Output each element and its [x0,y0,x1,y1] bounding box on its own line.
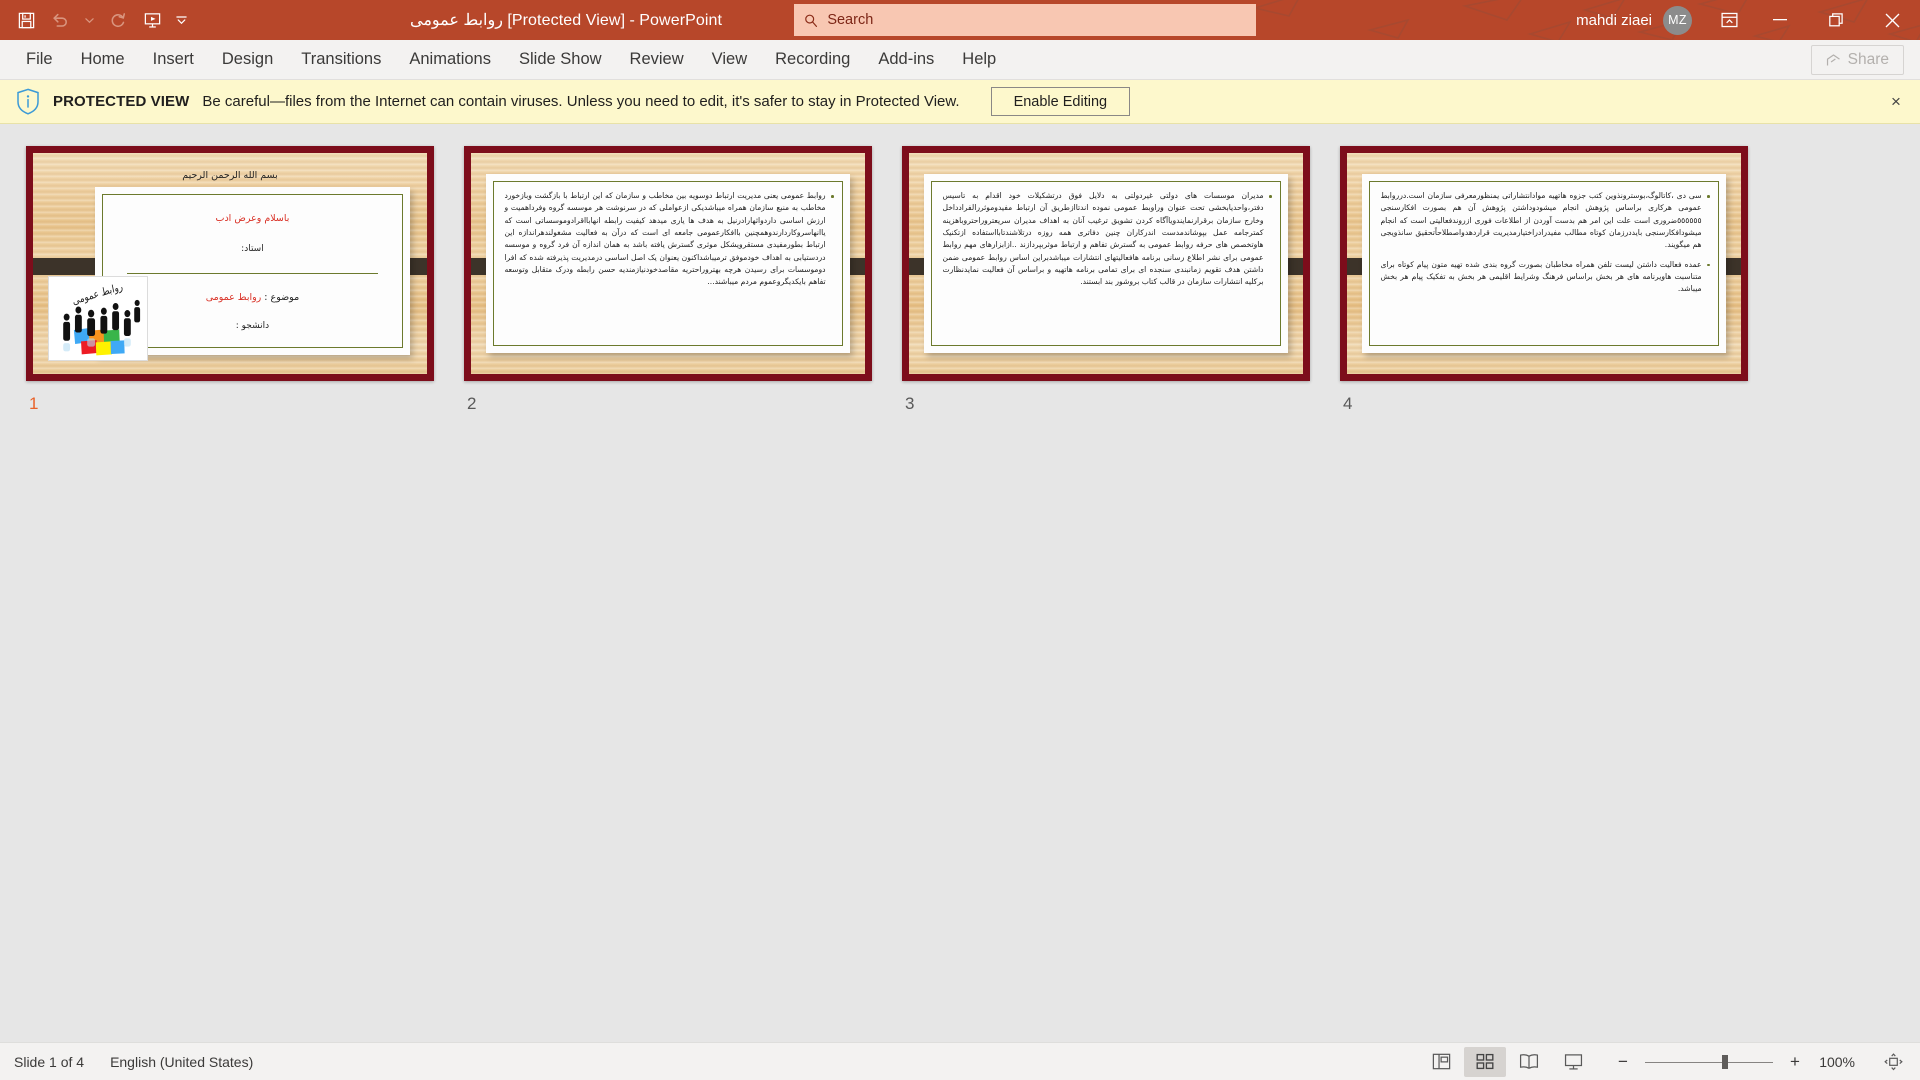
status-bar: Slide 1 of 4 English (United States) − +… [0,1042,1920,1080]
close-icon [1885,13,1899,27]
tab-view[interactable]: View [698,44,761,75]
slide-thumbnail-4[interactable]: سی دی ،کاتالوگ،بوسترونذوین کتب جزوه هاته… [1340,146,1748,414]
slide-4-frame [1340,146,1748,381]
slide-canvas-4[interactable]: سی دی ،کاتالوگ،بوسترونذوین کتب جزوه هاته… [1340,146,1748,381]
tab-animations[interactable]: Animations [395,44,505,75]
slide-sorter-icon [1476,1053,1494,1070]
slide-canvas-1[interactable]: بسم الله الرحمن الرحیم باسلام وعرض ادب ا… [26,146,434,381]
slide-sorter-workspace[interactable]: بسم الله الرحمن الرحیم باسلام وعرض ادب ا… [0,124,1920,1042]
ribbon-tab-bar: File Home Insert Design Transitions Anim… [0,40,1920,80]
search-icon [805,14,818,27]
protected-view-message: Be careful—files from the Internet can c… [202,93,960,110]
slide-2-frame [464,146,872,381]
slide-thumbnail-3[interactable]: مدیران موسسات های دولتی غیردولتی به دلای… [902,146,1310,414]
normal-view-button[interactable] [1420,1047,1462,1077]
slide-canvas-2[interactable]: روابط عمومی یعنی مدیریت ارتباط دوسویه بی… [464,146,872,381]
zoom-in-button[interactable]: + [1784,1050,1806,1074]
close-button[interactable] [1864,0,1920,40]
tab-slide-show[interactable]: Slide Show [505,44,616,75]
tab-file[interactable]: File [12,44,67,75]
status-bar-right: − + 100% [1420,1046,1910,1077]
slide-show-view-button[interactable] [1552,1047,1594,1077]
tab-insert[interactable]: Insert [139,44,208,75]
restore-button[interactable] [1808,0,1864,40]
zoom-slider[interactable] [1645,1054,1773,1069]
tab-transitions[interactable]: Transitions [287,44,395,75]
start-slideshow-button[interactable] [136,5,168,35]
title-bar: روابط عمومی [Protected View] - PowerPoin… [0,0,1920,40]
save-button[interactable] [10,5,42,35]
normal-view-icon [1432,1053,1450,1070]
tab-add-ins[interactable]: Add-ins [864,44,948,75]
title-bar-right-controls: mahdi ziaei MZ [1566,0,1920,40]
protected-view-bar: PROTECTED VIEW Be careful—files from the… [0,80,1920,124]
zoom-control: − + 100% [1612,1048,1910,1076]
tab-review[interactable]: Review [616,44,698,75]
document-name: روابط عمومی [410,12,503,29]
share-button[interactable]: Share [1810,45,1904,75]
slide-show-icon [1564,1053,1582,1070]
slide-number-1: 1 [29,394,39,413]
account-button[interactable]: mahdi ziaei MZ [1566,4,1706,36]
customize-qat-button[interactable] [170,5,192,35]
slide-sorter-view-button[interactable] [1464,1046,1506,1077]
slide-1-frame [26,146,434,381]
reading-view-icon [1519,1054,1539,1069]
zoom-level-label[interactable]: 100% [1817,1054,1855,1070]
redo-button[interactable] [102,5,134,35]
slide-number-2: 2 [467,394,477,413]
app-name: PowerPoint [639,12,723,29]
tab-home[interactable]: Home [67,44,139,75]
avatar: MZ [1663,5,1692,35]
window-title: روابط عمومی [Protected View] - PowerPoin… [410,10,722,30]
slide-thumbnail-2[interactable]: روابط عمومی یعنی مدیریت ارتباط دوسویه بی… [464,146,872,414]
tab-recording[interactable]: Recording [761,44,864,75]
tab-help[interactable]: Help [948,44,1010,75]
restore-icon [1829,13,1843,27]
account-name: mahdi ziaei [1576,11,1652,29]
quick-access-toolbar [0,5,192,35]
close-protected-view-bar-icon[interactable]: × [1884,90,1908,114]
tab-design[interactable]: Design [208,44,287,75]
ribbon-display-options-icon [1720,12,1738,28]
slide-number-4: 4 [1343,394,1353,413]
title-separator: - [629,12,635,29]
fit-to-window-button[interactable] [1876,1048,1910,1076]
minimize-icon [1773,19,1787,21]
search-input[interactable] [827,12,1247,28]
ribbon-display-options-button[interactable] [1706,0,1752,40]
minimize-button[interactable] [1752,0,1808,40]
shield-info-icon [17,88,39,115]
slide-canvas-3[interactable]: مدیران موسسات های دولتی غیردولتی به دلای… [902,146,1310,381]
slide-thumbnail-1[interactable]: بسم الله الرحمن الرحیم باسلام وعرض ادب ا… [26,146,434,414]
language-indicator[interactable]: English (United States) [110,1054,253,1070]
protected-view-label: PROTECTED VIEW [53,93,190,110]
share-icon [1826,54,1840,66]
zoom-slider-handle[interactable] [1721,1054,1728,1069]
enable-editing-button[interactable]: Enable Editing [990,87,1131,116]
undo-dropdown-chevron-down-icon[interactable] [78,5,100,35]
protected-view-tag: [Protected View] [507,12,626,29]
slide-counter[interactable]: Slide 1 of 4 [14,1054,84,1070]
reading-view-button[interactable] [1508,1047,1550,1077]
share-label: Share [1847,51,1889,68]
slide-3-frame [902,146,1310,381]
fit-to-window-icon [1883,1052,1903,1070]
slide-number-3: 3 [905,394,915,413]
zoom-out-button[interactable]: − [1612,1050,1634,1074]
undo-button[interactable] [44,5,76,35]
slide-thumbnail-grid: بسم الله الرحمن الرحیم باسلام وعرض ادب ا… [26,146,1920,414]
search-box[interactable] [794,4,1257,36]
